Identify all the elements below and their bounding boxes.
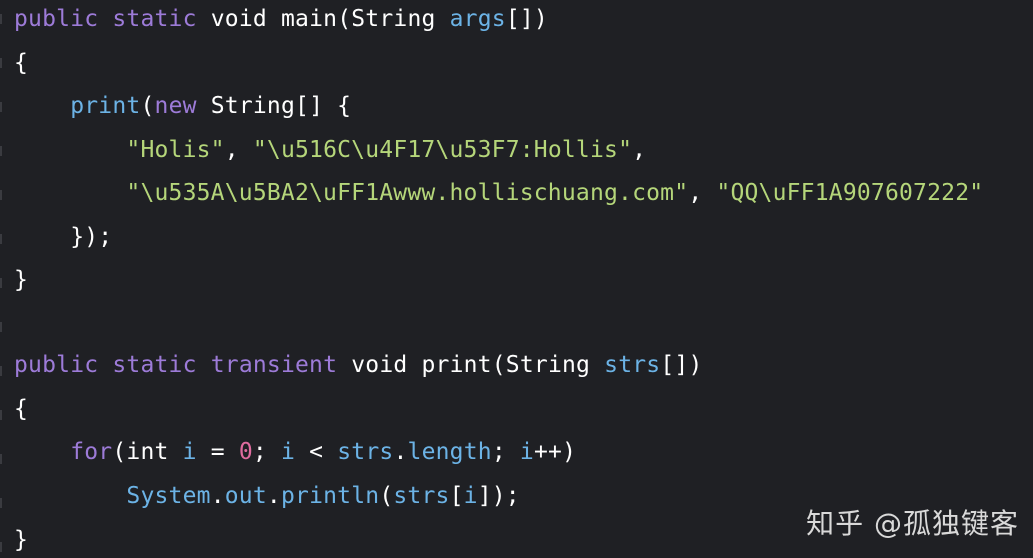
comma: , xyxy=(224,137,253,163)
number-zero: 0 xyxy=(238,439,253,465)
paren-open: ( xyxy=(491,352,506,378)
keyword-transient: transient xyxy=(210,352,338,378)
code-line-3: print(new String[] { xyxy=(14,91,351,121)
var-strs: strs xyxy=(337,439,394,465)
string-literal-2: "\u516C\u4F17\u53F7:Hollis" xyxy=(252,137,633,163)
param-strs: strs xyxy=(604,352,661,378)
code-line-12: } xyxy=(14,525,28,555)
paren-close: []) xyxy=(660,352,703,378)
type-void: void xyxy=(210,6,267,32)
code-editor: public static void main(String args[]) {… xyxy=(0,0,1033,558)
gutter xyxy=(0,0,4,558)
keyword-public: public xyxy=(14,352,99,378)
paren-open: ( xyxy=(379,483,394,509)
bracket-close: ]); xyxy=(477,483,520,509)
field-out: out xyxy=(224,483,267,509)
string-literal-4: "QQ\uFF1A907607222" xyxy=(716,180,984,206)
code-line-4: "Holis", "\u516C\u4F17\u53F7:Hollis", xyxy=(14,135,646,165)
keyword-for: for xyxy=(70,439,113,465)
code-line-10: for(int i = 0; i < strs.length; i++) xyxy=(14,437,576,467)
call-print: print xyxy=(70,93,141,119)
var-i: i xyxy=(519,439,534,465)
dot: . xyxy=(266,483,281,509)
type-int: int xyxy=(126,439,169,465)
call-println: println xyxy=(280,483,380,509)
var-i: i xyxy=(182,439,197,465)
method-name-print: print xyxy=(421,352,492,378)
array-brace: [] { xyxy=(295,93,352,119)
brace-open: { xyxy=(14,50,29,76)
watermark: 知乎 @孤独键客 xyxy=(806,507,1019,540)
semicolon: ; xyxy=(252,439,282,465)
string-literal-3: "\u535A\u5BA2\uFF1Awww.hollischuang.com" xyxy=(126,180,689,206)
method-name-main: main xyxy=(280,6,338,32)
code-line-8: public static transient void print(Strin… xyxy=(14,350,703,380)
code-line-2: { xyxy=(14,48,28,78)
dot: . xyxy=(393,439,408,465)
keyword-static: static xyxy=(112,352,197,378)
comma: , xyxy=(632,137,647,163)
comma: , xyxy=(688,180,717,206)
paren-open: ( xyxy=(112,439,127,465)
type-void: void xyxy=(351,352,408,378)
code-line-9: { xyxy=(14,394,28,424)
brace-close: } xyxy=(14,267,29,293)
code-line-11: System.out.println(strs[i]); xyxy=(14,481,520,511)
less-than-op: < xyxy=(295,439,338,465)
code-line-7: } xyxy=(14,265,28,295)
paren-close: []) xyxy=(505,6,548,32)
close-call: }); xyxy=(70,224,113,250)
var-i: i xyxy=(281,439,296,465)
param-args: args xyxy=(449,6,506,32)
keyword-new: new xyxy=(154,93,197,119)
var-strs: strs xyxy=(393,483,450,509)
keyword-static: static xyxy=(112,6,197,32)
paren-open: ( xyxy=(140,93,155,119)
brace-close: } xyxy=(14,527,29,553)
dot: . xyxy=(210,483,225,509)
keyword-public: public xyxy=(14,6,99,32)
type-string: String xyxy=(351,6,436,32)
string-literal-1: "Holis" xyxy=(126,137,225,163)
code-line-1: public static void main(String args[]) xyxy=(14,4,548,34)
code-line-5: "\u535A\u5BA2\uFF1Awww.hollischuang.com"… xyxy=(14,178,983,208)
increment-op: ++) xyxy=(533,439,577,465)
assign-op: = xyxy=(196,439,239,465)
bracket-open: [ xyxy=(449,483,464,509)
var-i: i xyxy=(463,483,478,509)
prop-length: length xyxy=(407,439,492,465)
semicolon: ; xyxy=(491,439,520,465)
type-string: String xyxy=(505,352,591,378)
paren-open: ( xyxy=(337,6,352,32)
class-system: System xyxy=(126,483,211,509)
type-string: String xyxy=(210,93,296,119)
brace-open: { xyxy=(14,396,29,422)
code-line-6: }); xyxy=(14,222,112,252)
